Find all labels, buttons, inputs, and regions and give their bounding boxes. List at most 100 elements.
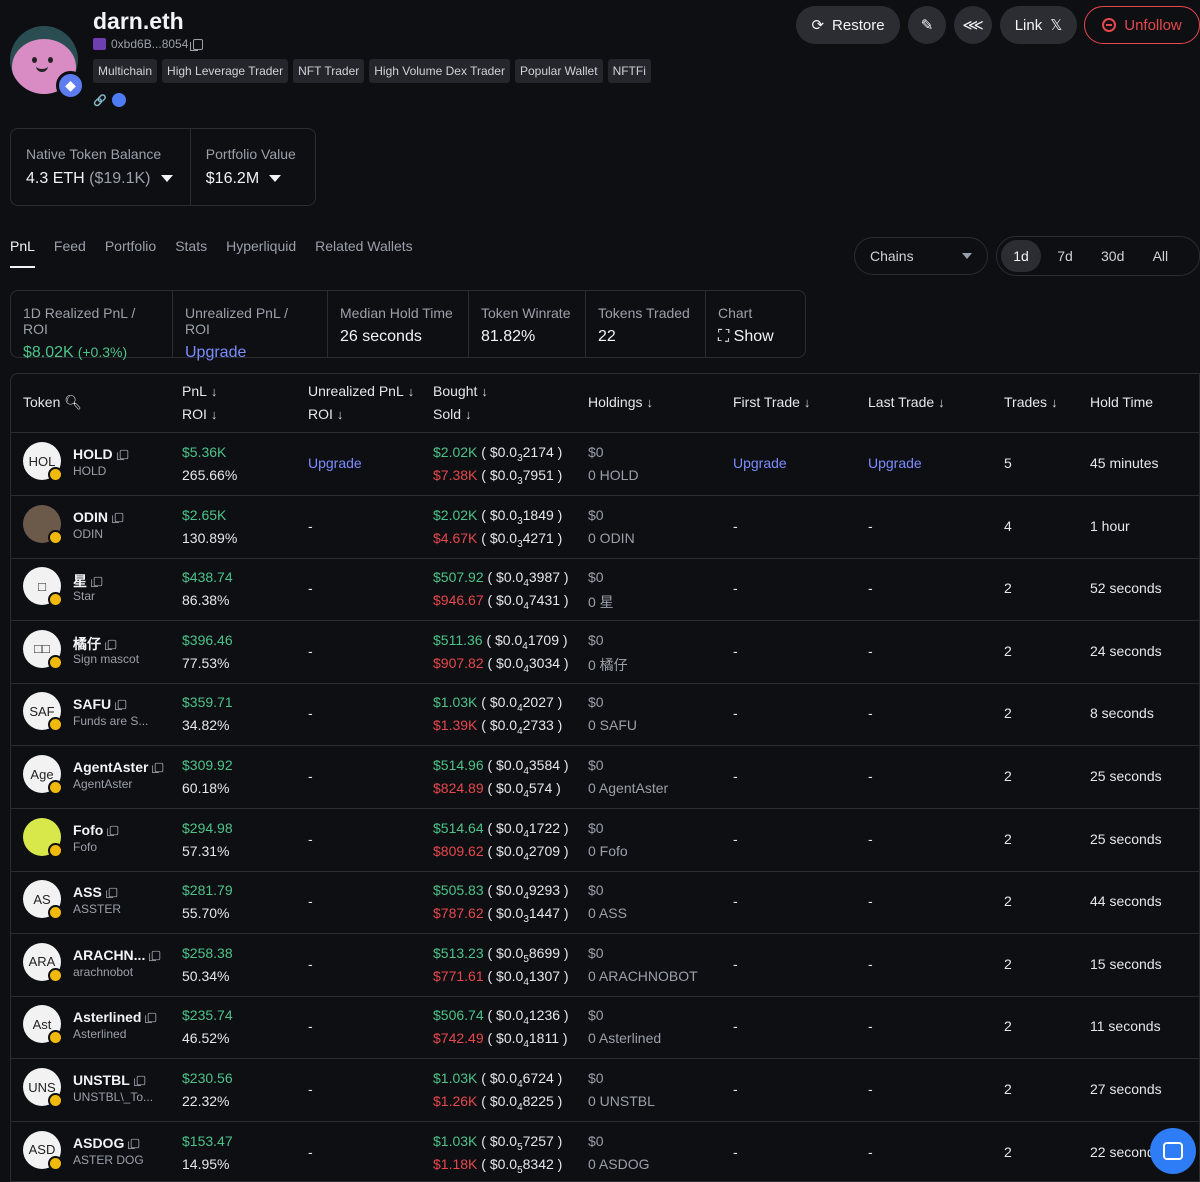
tab-feed[interactable]: Feed — [54, 238, 86, 268]
stat-5[interactable]: Chart ⛶ Show — [705, 291, 805, 357]
copy-icon[interactable] — [115, 700, 127, 711]
wallet-tag: NFTFi — [607, 59, 651, 83]
table-row[interactable]: ASD ASDOG ASTER DOG $153.47 14.95% - $1.03K ( … — [11, 1122, 1199, 1181]
col-sold[interactable]: Sold ↓ — [433, 406, 472, 422]
token-symbol[interactable]: 星 — [73, 571, 103, 591]
unrealized-value: - — [308, 1081, 313, 1097]
holdings-usd: $0 — [588, 944, 604, 961]
copy-icon[interactable] — [105, 639, 117, 650]
table-row[interactable]: ODIN ODIN $2.65K 130.89% - $2.02K ( $0.031849… — [11, 496, 1199, 559]
link-icon[interactable]: 🔗 — [93, 94, 107, 107]
col-unrealized-roi[interactable]: ROI ↓ — [308, 406, 343, 422]
sold-value: $907.82 ( $0.043034 ) — [433, 655, 569, 675]
range-7d[interactable]: 7d — [1045, 240, 1085, 272]
last-trade[interactable]: Upgrade — [868, 455, 922, 471]
table-row[interactable]: Fofo Fofo $294.98 57.31% - $514.64 ( $0.04172… — [11, 809, 1199, 872]
col-roi[interactable]: ROI ↓ — [182, 406, 217, 422]
token-symbol[interactable]: ODIN — [73, 509, 124, 525]
unfollow-button[interactable]: Unfollow — [1084, 6, 1200, 44]
chain-link-icon[interactable] — [111, 93, 126, 107]
last-trade: - — [868, 642, 873, 659]
range-30d[interactable]: 30d — [1089, 240, 1136, 272]
copy-address-icon[interactable] — [190, 38, 204, 51]
chevron-down-icon[interactable] — [269, 175, 282, 183]
table-row[interactable]: Ast Asterlined Asterlined $235.74 46.52% - $50… — [11, 996, 1199, 1059]
bought-price-prefix: ( $0.0 — [487, 882, 524, 899]
table-row[interactable]: UNS UNSTBL UNSTBL\_To... $230.56 22.32% - $1.0… — [11, 1059, 1199, 1122]
col-first-trade[interactable]: First Trade ↓ — [733, 394, 810, 410]
table-row[interactable]: Age AgentAster AgentAster $309.92 60.18% - $51… — [11, 746, 1199, 809]
chains-select[interactable]: Chains — [854, 237, 988, 275]
share-button[interactable]: ⋘ — [954, 6, 992, 44]
token-symbol[interactable]: Fofo — [73, 822, 119, 838]
first-trade[interactable]: Upgrade — [733, 455, 787, 471]
table-row[interactable]: SAF SAFU Funds are S... $359.71 34.82% - $1.03… — [11, 683, 1199, 746]
copy-icon[interactable] — [128, 1138, 140, 1149]
col-hold-time[interactable]: Hold Time — [1090, 394, 1153, 410]
copy-icon[interactable] — [112, 512, 124, 523]
token-symbol[interactable]: ARACHN... — [73, 947, 161, 963]
restore-button[interactable]: ⟳ Restore — [796, 6, 900, 44]
range-all[interactable]: All — [1140, 240, 1180, 272]
table-row[interactable]: AS ASS ASSTER $281.79 55.70% - $505.83 ( $0.04… — [11, 871, 1199, 934]
token-symbol[interactable]: UNSTBL — [73, 1072, 146, 1088]
stat-value-text[interactable]: Upgrade — [185, 344, 246, 361]
col-unrealized[interactable]: Unrealized PnL ↓ — [308, 383, 414, 399]
token-symbol[interactable]: SAFU — [73, 696, 127, 712]
pnl-value: $309.92 — [182, 757, 233, 773]
wallet-address[interactable]: 0xbd6B...8054 — [93, 37, 204, 51]
copy-icon[interactable] — [91, 577, 103, 588]
tab-stats[interactable]: Stats — [175, 238, 207, 268]
search-icon[interactable]: 🔍︎ — [64, 394, 82, 410]
token-symbol[interactable]: HOLD — [73, 446, 129, 462]
col-last-trade[interactable]: Last Trade ↓ — [868, 394, 945, 410]
range-1d[interactable]: 1d — [1001, 240, 1041, 272]
col-trades[interactable]: Trades ↓ — [1004, 394, 1058, 410]
copy-icon[interactable] — [107, 825, 119, 836]
stat-1[interactable]: Unrealized PnL / ROI Upgrade — [172, 291, 327, 361]
tab-pnl[interactable]: PnL — [10, 238, 35, 268]
copy-icon[interactable] — [116, 449, 128, 461]
chevron-down-icon[interactable] — [160, 175, 173, 183]
col-token[interactable]: Token 🔍︎ — [23, 394, 82, 411]
bought-value: $511.36 ( $0.041709 ) — [433, 632, 568, 652]
token-symbol[interactable]: 橘仔 — [73, 634, 117, 654]
holdings-amount: 0 Asterlined — [588, 1030, 662, 1047]
sold-value: $4.67K ( $0.034271 ) — [433, 530, 562, 550]
token-symbol[interactable]: ASDOG — [73, 1135, 140, 1151]
copy-icon[interactable] — [145, 1013, 157, 1024]
chevron-down-icon — [962, 253, 972, 259]
tab-portfolio[interactable]: Portfolio — [105, 238, 156, 268]
col-roi-label: ROI — [182, 406, 207, 422]
token-name: AgentAster — [73, 777, 133, 791]
copy-icon[interactable] — [152, 762, 164, 774]
table-row[interactable]: HOL HOLD HOLD $5.36K 265.66% Upgrade $2.02K ( … — [11, 433, 1199, 496]
token-name: Funds are S... — [73, 714, 149, 729]
token-symbol[interactable]: AgentAster — [73, 759, 164, 775]
first-trade: - — [733, 893, 738, 910]
chat-support-button[interactable] — [1150, 1128, 1196, 1174]
tab-hyperliquid[interactable]: Hyperliquid — [226, 238, 296, 268]
edit-button[interactable]: ✎ — [908, 6, 946, 44]
table-row[interactable]: □□ 橘仔 Sign mascot $396.46 77.53% - $511.36 ( $… — [11, 621, 1199, 684]
col-pnl[interactable]: PnL ↓ — [182, 383, 217, 399]
copy-icon[interactable] — [133, 1075, 146, 1087]
col-bought[interactable]: Bought ↓ — [433, 383, 488, 399]
link-x-button[interactable]: Link 𝕏 — [1000, 6, 1077, 44]
portfolio-value[interactable]: Portfolio Value $16.2M — [189, 129, 315, 205]
copy-icon[interactable] — [105, 888, 118, 899]
unrealized-value[interactable]: Upgrade — [308, 455, 362, 471]
token-symbol[interactable]: Asterlined — [73, 1009, 157, 1025]
copy-icon[interactable] — [149, 950, 161, 961]
native-balance-usd: ($19.1K) — [89, 170, 151, 187]
table-row[interactable]: □ 星 Star $438.74 86.38% - $507.92 ( $0.043987 … — [11, 558, 1199, 621]
token-symbol-text: ODIN — [73, 508, 108, 525]
table-row[interactable]: ARA ARACHN... arachnobot $258.38 50.34% - $513… — [11, 934, 1199, 997]
token-symbol[interactable]: ASS — [73, 884, 118, 900]
sold-amount: $771.61 — [433, 967, 484, 984]
col-holdings[interactable]: Holdings ↓ — [588, 394, 653, 410]
trades-count: 2 — [1004, 705, 1012, 722]
bnb-chain-icon — [48, 1093, 63, 1108]
tab-related-wallets[interactable]: Related Wallets — [315, 238, 413, 268]
native-balance[interactable]: Native Token Balance 4.3 ETH ($19.1K) — [11, 129, 190, 205]
